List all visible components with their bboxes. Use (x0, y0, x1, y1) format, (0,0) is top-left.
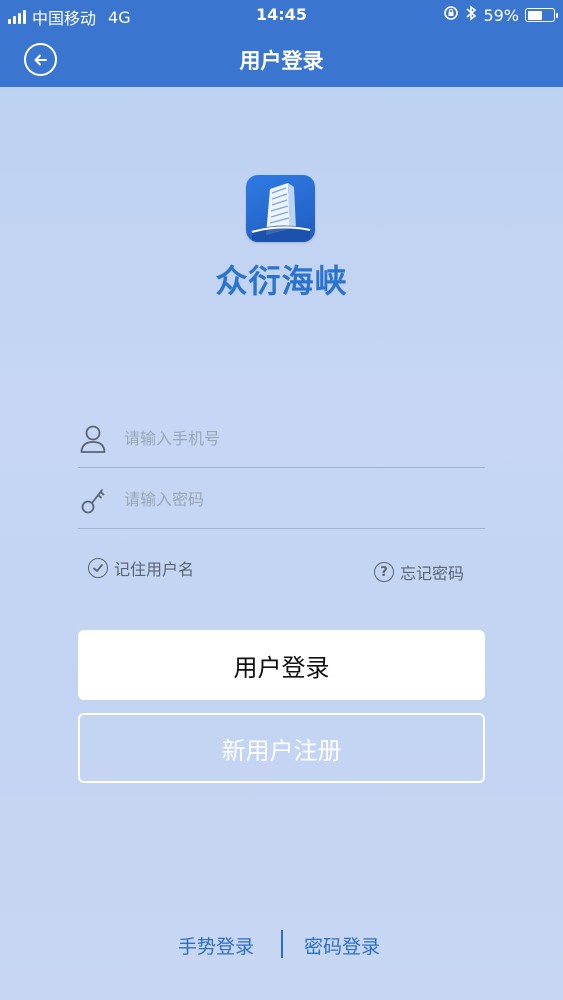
status-bar: 中国移动 4G 14:45 59% (0, 0, 563, 32)
register-button[interactable]: 新用户注册 (78, 713, 485, 783)
battery-fill (527, 10, 543, 20)
key-icon (81, 489, 105, 514)
forgot-password-link[interactable]: ? 忘记密码 (374, 560, 464, 584)
bottom-login-options: 手势登录 密码登录 (0, 930, 563, 960)
login-button[interactable]: 用户登录 (78, 630, 485, 700)
battery-icon (525, 8, 558, 22)
bluetooth-icon (465, 5, 477, 25)
forgot-label: 忘记密码 (400, 564, 465, 583)
page-title: 用户登录 (239, 49, 324, 73)
check-circle-icon (88, 558, 108, 578)
divider (281, 930, 283, 958)
gesture-login-link[interactable]: 手势登录 (178, 932, 254, 959)
status-left: 中国移动 4G (8, 5, 131, 29)
phone-input[interactable] (124, 422, 474, 454)
orientation-lock-icon (443, 5, 459, 25)
remember-username-checkbox[interactable]: 记住用户名 (88, 556, 194, 580)
user-icon (80, 425, 106, 453)
battery-percent: 59% (483, 5, 519, 25)
building-logo-icon (246, 175, 315, 242)
password-login-link[interactable]: 密码登录 (304, 932, 380, 959)
status-right: 59% (443, 5, 558, 25)
remember-label: 记住用户名 (114, 560, 195, 579)
carrier-name: 中国移动 (32, 9, 97, 28)
question-circle-icon: ? (374, 562, 394, 582)
network-type: 4G (108, 7, 131, 27)
signal-icon (8, 10, 26, 24)
brand-name: 众衍海峡 (215, 262, 348, 300)
password-input[interactable] (124, 483, 474, 515)
password-field (78, 469, 485, 529)
phone-field (78, 408, 485, 468)
nav-bar: 用户登录 (0, 32, 563, 87)
